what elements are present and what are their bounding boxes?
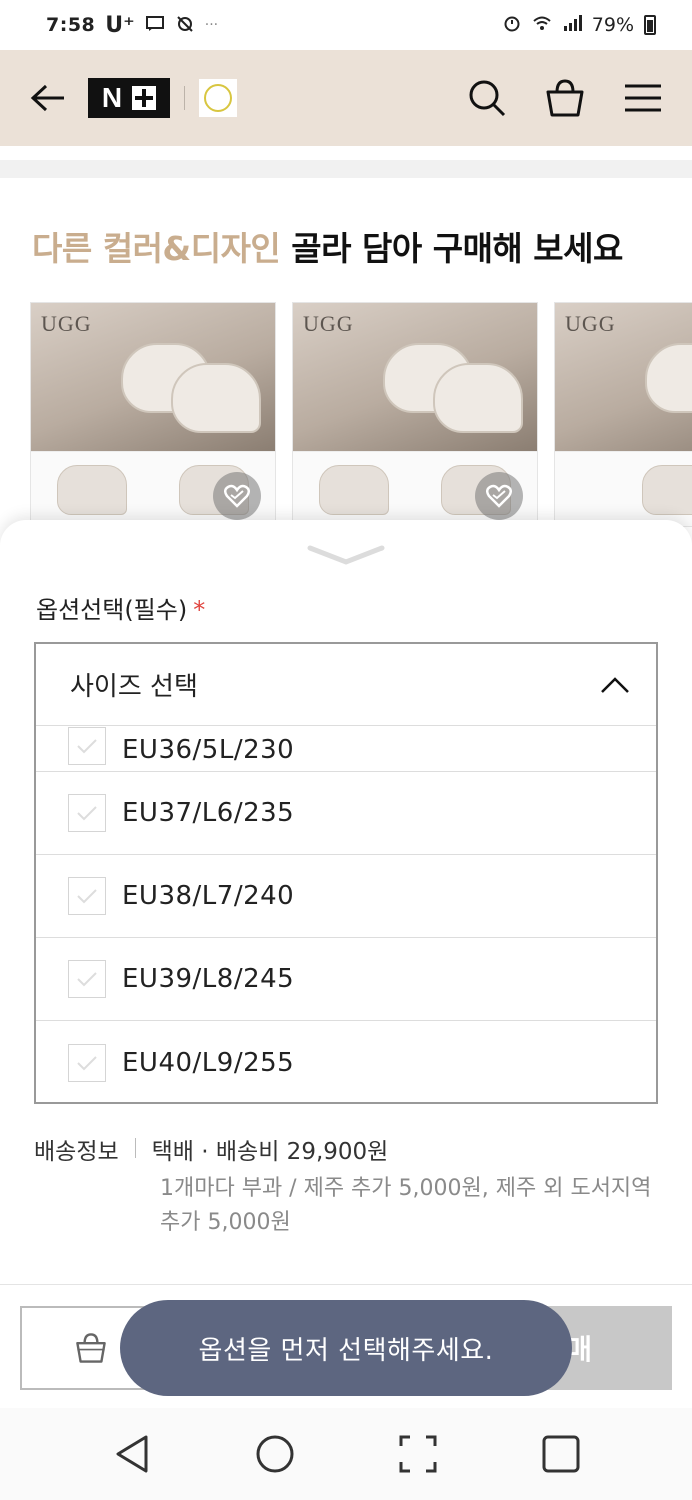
section-divider	[0, 160, 692, 178]
battery-percent: 79%	[591, 14, 634, 36]
heart-icon	[224, 484, 250, 508]
signal-icon	[562, 14, 582, 37]
checkbox[interactable]	[68, 877, 106, 915]
size-option[interactable]: EU40/L9/255	[36, 1021, 656, 1102]
product-card[interactable]: UGG	[292, 302, 538, 527]
section-title-accent: 다른 컬러&디자인	[32, 229, 281, 268]
size-option-label: EU36/5L/230	[122, 735, 295, 765]
nav-home-button[interactable]	[250, 1429, 300, 1479]
back-button[interactable]	[28, 78, 68, 118]
wishlist-button[interactable]	[213, 472, 261, 520]
plus-icon	[132, 86, 157, 110]
check-icon	[77, 889, 97, 904]
size-dropdown-header[interactable]: 사이즈 선택	[36, 644, 656, 726]
chevron-up-icon	[601, 676, 629, 693]
alarm-off-icon	[175, 14, 195, 37]
size-option-label: EU38/L7/240	[122, 881, 295, 911]
checkbox[interactable]	[68, 727, 106, 765]
search-button[interactable]	[466, 77, 508, 119]
message-icon	[145, 14, 165, 37]
product-thumbnails	[555, 451, 692, 526]
product-brand: UGG	[41, 311, 92, 336]
wifi-icon	[532, 14, 552, 37]
nav-recents-button[interactable]	[536, 1429, 586, 1479]
check-icon	[77, 1055, 97, 1070]
check-icon	[77, 739, 97, 754]
menu-button[interactable]	[622, 77, 664, 119]
header-divider	[184, 86, 185, 110]
square-recents-icon	[542, 1435, 579, 1473]
nplus-logo[interactable]: N	[88, 78, 170, 118]
circle-home-icon	[256, 1435, 293, 1473]
system-nav-bar	[0, 1408, 692, 1500]
size-dropdown-label: 사이즈 선택	[70, 672, 198, 702]
status-bar: 7:58 U⁺ ··· 79%	[0, 0, 692, 50]
shipping-info: 배송정보 택배 · 배송비 29,900원 1개마다 부과 / 제주 추가 5,…	[34, 1132, 654, 1240]
alarm-icon	[502, 14, 522, 37]
checkbox[interactable]	[68, 960, 106, 998]
section-title-rest: 골라 담아 구매해 보세요	[280, 229, 623, 268]
triangle-back-icon	[116, 1435, 147, 1473]
toast-text: 옵션을 먼저 선택해주세요.	[198, 1335, 494, 1366]
size-option[interactable]: EU36/5L/230	[36, 726, 656, 772]
shopping-bag-icon	[76, 1333, 106, 1363]
option-label: 옵션선택(필수) *	[36, 590, 205, 625]
size-option-list[interactable]: EU36/5L/230 EU37/L6/235 EU38/L7/240 EU39…	[36, 726, 656, 1102]
size-option-label: EU37/L6/235	[122, 798, 295, 828]
size-option[interactable]: EU37/L6/235	[36, 772, 656, 855]
brand-store-logo[interactable]	[199, 79, 237, 117]
product-photo: UGG	[555, 303, 692, 451]
shopping-bag-icon	[546, 79, 584, 117]
product-carousel[interactable]: UGG UGG UGG	[30, 302, 692, 527]
size-option[interactable]: EU39/L8/245	[36, 938, 656, 1021]
size-option-label: EU40/L9/255	[122, 1047, 295, 1078]
product-card[interactable]: UGG	[30, 302, 276, 527]
battery-icon	[644, 15, 656, 35]
nav-back-button[interactable]	[107, 1429, 157, 1479]
product-card[interactable]: UGG	[554, 302, 692, 527]
nplus-logo-letter: N	[101, 82, 123, 113]
toast-message: 옵션을 먼저 선택해주세요.	[120, 1300, 572, 1396]
cart-button[interactable]	[544, 77, 586, 119]
brand-ring-icon	[204, 84, 232, 112]
product-photo: UGG	[31, 303, 275, 451]
checkbox[interactable]	[68, 794, 106, 832]
product-brand: UGG	[303, 311, 354, 336]
shipping-value: 택배 · 배송비 29,900원	[151, 1139, 389, 1165]
back-arrow-icon	[30, 84, 64, 112]
wishlist-button[interactable]	[475, 472, 523, 520]
status-time: 7:58	[46, 14, 96, 36]
section-title: 다른 컬러&디자인 골라 담아 구매해 보세요	[32, 222, 623, 270]
action-divider	[0, 1284, 692, 1285]
product-photo: UGG	[293, 303, 537, 451]
size-dropdown[interactable]: 사이즈 선택 EU36/5L/230 EU37/L6/235 EU38/L7/2…	[34, 642, 658, 1104]
capture-frame-icon	[399, 1435, 436, 1473]
app-header: N	[0, 50, 692, 146]
option-label-text: 옵션선택(필수)	[36, 596, 188, 624]
sheet-collapse-handle[interactable]	[306, 542, 386, 566]
size-option-label: EU39/L8/245	[122, 964, 295, 994]
check-icon	[77, 806, 97, 821]
product-brand: UGG	[565, 311, 616, 336]
size-option[interactable]: EU38/L7/240	[36, 855, 656, 938]
required-mark: *	[193, 596, 206, 624]
search-icon	[469, 80, 506, 117]
shipping-divider	[134, 1138, 136, 1158]
shipping-key: 배송정보	[34, 1139, 119, 1165]
chevron-down-icon	[307, 545, 385, 565]
carrier-label: U⁺	[105, 12, 135, 38]
menu-icon	[625, 84, 661, 112]
check-icon	[77, 972, 97, 987]
checkbox[interactable]	[68, 1043, 106, 1082]
nav-screenshot-button[interactable]	[393, 1429, 443, 1479]
shipping-description: 1개마다 부과 / 제주 추가 5,000원, 제주 외 도서지역 추가 5,0…	[160, 1176, 652, 1235]
heart-icon	[486, 484, 512, 508]
more-notifications-icon: ···	[204, 17, 219, 33]
